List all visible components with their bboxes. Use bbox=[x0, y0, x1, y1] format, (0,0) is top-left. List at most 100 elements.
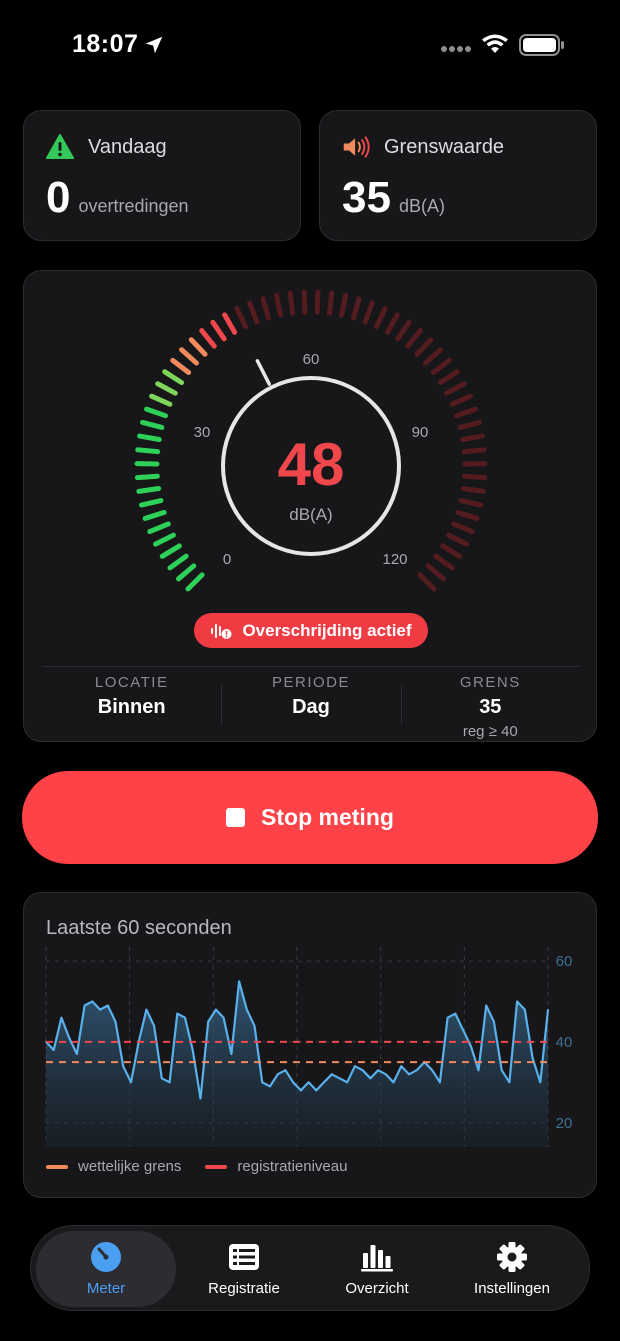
data-point bbox=[284, 1069, 287, 1072]
info-sub: reg ≥ 40 bbox=[462, 723, 518, 740]
gauge-tick bbox=[425, 563, 446, 582]
limit-value: 35 bbox=[342, 173, 391, 222]
data-point bbox=[346, 1081, 349, 1084]
data-point bbox=[91, 1000, 94, 1003]
stop-button-label: Stop meting bbox=[261, 804, 394, 830]
gauge-tick bbox=[417, 572, 437, 592]
limit-unit: dB(A) bbox=[398, 196, 445, 216]
chart-legend: wettelijke grens registratieniveau bbox=[46, 1158, 347, 1175]
gauge-tick bbox=[176, 563, 197, 582]
gauge-needle bbox=[255, 359, 271, 386]
gauge-tick bbox=[210, 319, 227, 342]
list-icon bbox=[229, 1244, 259, 1270]
data-point bbox=[161, 1077, 163, 1080]
gauge-tick bbox=[247, 300, 260, 325]
tab-bar: Meter Registratie Overzicht Instellingen bbox=[30, 1225, 590, 1311]
gauge-tick bbox=[430, 357, 452, 376]
info-label: LOCATIE bbox=[94, 674, 169, 691]
data-point bbox=[222, 1016, 225, 1019]
data-point bbox=[238, 980, 240, 983]
gauge-tick bbox=[155, 381, 178, 396]
info-period: PERIODE Dag bbox=[221, 667, 400, 743]
tab-label: Meter bbox=[86, 1280, 126, 1297]
data-point bbox=[99, 1008, 101, 1011]
data-point bbox=[199, 1097, 202, 1100]
data-point bbox=[307, 1081, 310, 1084]
data-point bbox=[276, 1073, 279, 1076]
data-point bbox=[493, 1020, 495, 1023]
gauge-tick bbox=[159, 543, 182, 559]
data-point bbox=[52, 1049, 55, 1051]
data-point bbox=[330, 1073, 333, 1076]
gauge-tick bbox=[405, 328, 423, 349]
data-point bbox=[83, 1004, 86, 1007]
data-point bbox=[400, 1065, 403, 1067]
gauge-tick bbox=[461, 447, 487, 455]
data-point bbox=[415, 1069, 418, 1072]
info-label: GRENS bbox=[459, 674, 521, 691]
warning-triangle-icon bbox=[46, 134, 74, 159]
data-point bbox=[191, 1049, 194, 1051]
location-arrow-icon bbox=[145, 36, 163, 54]
gauge-tick bbox=[140, 419, 165, 430]
data-point bbox=[485, 1004, 488, 1007]
gauge-tick bbox=[199, 328, 217, 349]
data-point bbox=[60, 1016, 63, 1019]
tab-registratie[interactable]: Registratie bbox=[174, 1231, 314, 1307]
data-point bbox=[539, 1081, 542, 1084]
tab-label: Registratie bbox=[208, 1280, 280, 1297]
tab-meter[interactable]: Meter bbox=[36, 1231, 176, 1307]
data-point bbox=[462, 1028, 464, 1031]
data-point bbox=[547, 1008, 549, 1011]
gauge-icon bbox=[91, 1242, 121, 1272]
gauge-unit: dB(A) bbox=[289, 505, 332, 524]
data-point bbox=[439, 1081, 441, 1084]
gear-icon bbox=[497, 1242, 527, 1272]
status-bar: 18:07 bbox=[0, 0, 620, 90]
data-point bbox=[230, 1053, 233, 1055]
gauge-scale-label: 30 bbox=[194, 424, 211, 441]
gauge-tick bbox=[373, 306, 388, 330]
data-point bbox=[323, 1081, 325, 1084]
gauge-tick bbox=[273, 292, 283, 318]
data-point bbox=[253, 1024, 256, 1027]
data-point bbox=[168, 1081, 171, 1084]
meter-info-row: LOCATIE Binnen PERIODE Dag GRENS 35 reg … bbox=[42, 666, 580, 743]
gauge-tick bbox=[167, 553, 189, 571]
info-value: Dag bbox=[292, 696, 330, 718]
data-point bbox=[68, 1037, 70, 1039]
wifi-icon bbox=[482, 34, 508, 53]
gauge-tick bbox=[135, 447, 161, 455]
gauge-tick bbox=[460, 485, 486, 494]
gauge-tick bbox=[457, 419, 482, 430]
data-point bbox=[246, 1008, 248, 1011]
data-point bbox=[508, 1081, 511, 1084]
tab-overzicht[interactable]: Overzicht bbox=[307, 1231, 447, 1307]
gauge-tick bbox=[149, 393, 173, 407]
data-point bbox=[122, 1065, 125, 1067]
gauge-scale-label: 60 bbox=[303, 351, 320, 368]
data-point bbox=[524, 1008, 526, 1011]
gauge-tick bbox=[455, 509, 480, 521]
data-point bbox=[153, 1024, 155, 1027]
battery-icon bbox=[519, 34, 564, 56]
tab-instellingen[interactable]: Instellingen bbox=[442, 1231, 582, 1307]
legend-label: wettelijke grens bbox=[78, 1158, 182, 1175]
stop-measuring-button[interactable]: Stop meting bbox=[22, 771, 598, 864]
data-point bbox=[130, 1081, 132, 1084]
gauge-tick bbox=[326, 290, 335, 316]
tab-label: Overzicht bbox=[345, 1280, 409, 1297]
tab-label: Instellingen bbox=[474, 1280, 550, 1297]
stop-icon bbox=[226, 808, 246, 827]
gauge-tick bbox=[179, 347, 199, 366]
gauge-tick bbox=[362, 300, 375, 325]
gauge-tick bbox=[162, 369, 185, 386]
gauge-tick bbox=[423, 347, 443, 366]
gauge-tick bbox=[136, 485, 162, 494]
today-title: Vandaag bbox=[88, 135, 167, 158]
gauge-tick bbox=[138, 498, 164, 508]
data-point bbox=[354, 1065, 356, 1067]
gauge-tick bbox=[314, 289, 321, 315]
today-value: 0 bbox=[46, 173, 71, 222]
gauge-tick bbox=[287, 290, 296, 316]
